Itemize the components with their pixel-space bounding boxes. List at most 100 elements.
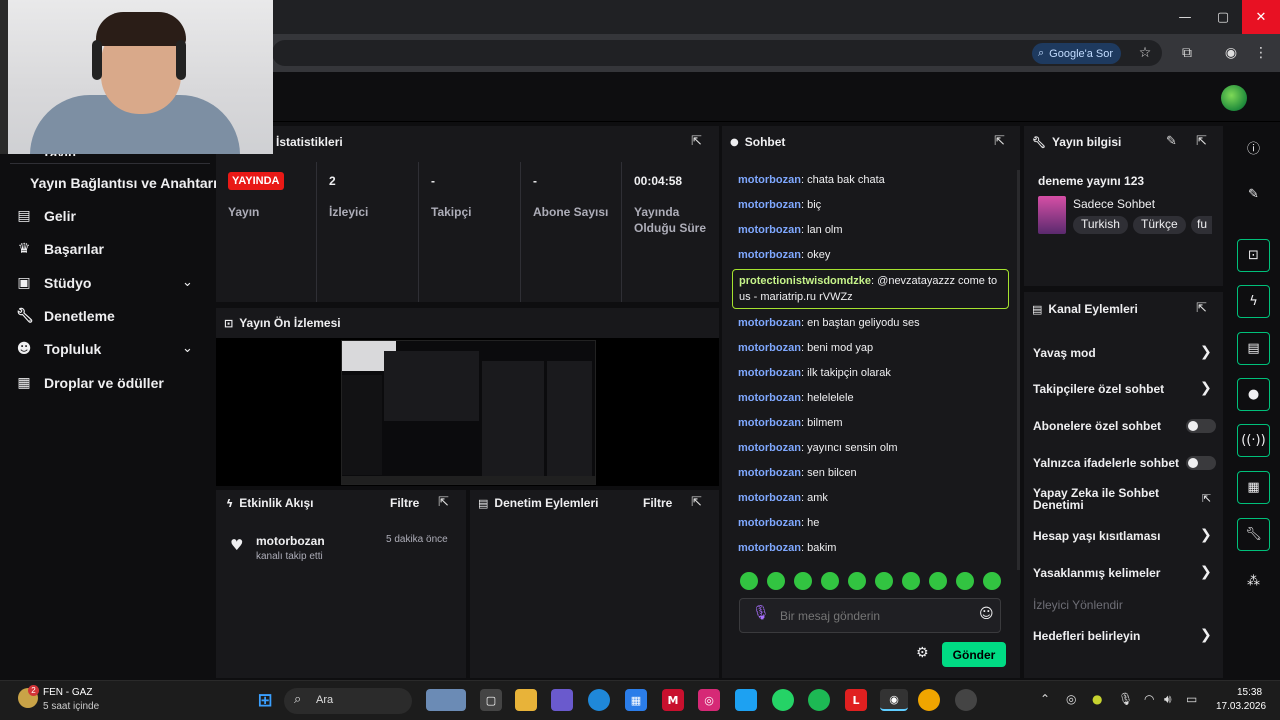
action-banned-words[interactable]: Yasaklanmış kelimeler [1033, 566, 1160, 580]
info-icon[interactable]: ⓘ [1237, 131, 1270, 164]
emote-icon[interactable] [767, 572, 785, 590]
external-link-icon[interactable]: ⇱ [1202, 492, 1211, 505]
emote-icon[interactable] [929, 572, 947, 590]
chevron-up-icon[interactable]: ⌃ [1040, 692, 1050, 706]
chat-username[interactable]: motorbozan [738, 249, 801, 261]
profile-icon[interactable]: ◉ [1220, 42, 1242, 64]
spotify-icon[interactable] [808, 689, 830, 711]
file-explorer-icon[interactable] [515, 689, 537, 711]
maximize-button[interactable]: ▢ [1204, 0, 1242, 34]
layout-icon[interactable]: ▦ [1237, 471, 1270, 504]
chevron-right-icon[interactable]: ❯ [1200, 627, 1212, 643]
chat-username[interactable]: motorbozan [738, 224, 801, 236]
task-view-icon[interactable]: ▢ [480, 689, 502, 711]
popout-icon[interactable]: ⇱ [994, 134, 1005, 149]
nav-item-studio[interactable]: ▣ Stüdyo [16, 275, 91, 291]
action-ai-moderation[interactable]: Yapay Zeka ile Sohbet Denetimi [1033, 487, 1173, 511]
action-slow-mode[interactable]: Yavaş mod [1033, 346, 1096, 360]
weather-title[interactable]: FEN - GAZ [43, 687, 92, 698]
emote-icon[interactable] [821, 572, 839, 590]
chat-username[interactable]: motorbozan [738, 367, 801, 379]
action-set-goals[interactable]: Hedefleri belirleyin [1033, 629, 1140, 643]
nav-item-moderation[interactable]: 🔧︎ Denetleme [16, 308, 115, 324]
minimize-button[interactable]: — [1166, 0, 1204, 34]
browser-app-icon[interactable] [918, 689, 940, 711]
tag-chip[interactable]: fu [1191, 216, 1212, 234]
chat-username[interactable]: motorbozan [738, 199, 801, 211]
windows-start-icon[interactable]: ⊞ [254, 689, 276, 711]
emote-icon[interactable] [848, 572, 866, 590]
battery-icon[interactable]: ▭ [1186, 692, 1197, 706]
chat-username[interactable]: motorbozan [738, 517, 801, 529]
chrome-icon[interactable]: ◉ [880, 689, 908, 711]
mcafee-icon[interactable]: M [662, 689, 684, 711]
address-bar[interactable] [272, 40, 1162, 66]
chat-username[interactable]: motorbozan [738, 442, 801, 454]
taskbar-search[interactable]: ⌕ Ara [284, 688, 412, 714]
nav-item-drops[interactable]: ▦ Droplar ve ödüller [16, 375, 163, 391]
close-button[interactable]: ✕ [1242, 0, 1280, 34]
clock-date[interactable]: 17.03.2026 [1216, 701, 1266, 712]
l-app-icon[interactable]: L [845, 689, 867, 711]
emote-only-toggle[interactable] [1186, 456, 1216, 470]
microphone-icon[interactable]: 🎙︎ [1118, 692, 1133, 706]
popout-icon[interactable]: ⇱ [1196, 301, 1207, 316]
clip-icon[interactable]: ⊡ [1237, 239, 1270, 272]
chat-scrollbar[interactable] [1017, 170, 1020, 570]
obs-icon[interactable] [955, 689, 977, 711]
lightning-icon[interactable]: ϟ [1237, 285, 1270, 318]
wifi-icon[interactable]: ◠ [1144, 692, 1154, 706]
emote-icon[interactable] [740, 572, 758, 590]
edit-pencil-icon[interactable]: ✎ [1166, 134, 1177, 149]
chat-username[interactable]: motorbozan [738, 467, 801, 479]
tray-app-icon[interactable]: ● [1092, 692, 1102, 706]
whatsapp-icon[interactable] [772, 689, 794, 711]
chevron-right-icon[interactable]: ❯ [1200, 527, 1212, 543]
menu-dots-icon[interactable]: ⋮ [1250, 42, 1272, 64]
action-account-age[interactable]: Hesap yaşı kısıtlaması [1033, 529, 1160, 543]
store-icon[interactable]: ▦ [625, 689, 647, 711]
nav-item-stream-key[interactable]: Yayın Bağlantısı ve Anahtarı [30, 175, 217, 191]
chat-username[interactable]: motorbozan [738, 542, 801, 554]
category-boxart[interactable] [1038, 196, 1066, 234]
gear-icon[interactable]: ⚙ [916, 645, 929, 661]
wrench-icon[interactable]: 🔧︎ [1237, 518, 1270, 551]
chat-username[interactable]: motorbozan [738, 317, 801, 329]
activity-filter-button[interactable]: Filtre [390, 496, 419, 510]
add-widget-icon[interactable]: ⁂ [1237, 565, 1270, 598]
popout-icon[interactable]: ⇱ [438, 495, 449, 510]
popout-icon[interactable]: ⇱ [691, 134, 702, 149]
chevron-down-icon[interactable]: ⌄ [182, 341, 193, 356]
microphone-icon[interactable]: 🎙︎ [752, 605, 770, 625]
search-highlight-icon[interactable] [426, 689, 466, 711]
chat-username[interactable]: motorbozan [738, 174, 801, 186]
chat-username[interactable]: motorbozan [738, 342, 801, 354]
nav-item-community[interactable]: ☻ Topluluk [16, 341, 102, 357]
emote-icon[interactable] [956, 572, 974, 590]
subscribers-only-toggle[interactable] [1186, 419, 1216, 433]
emote-icon[interactable] [875, 572, 893, 590]
chat-username[interactable]: motorbozan [738, 492, 801, 504]
emote-icon[interactable] [902, 572, 920, 590]
user-avatar[interactable] [1221, 85, 1247, 111]
edge-icon[interactable] [588, 689, 610, 711]
edit-pencil-icon[interactable]: ✎ [1237, 178, 1270, 211]
twitter-icon[interactable] [735, 689, 757, 711]
chevron-right-icon[interactable]: ❯ [1200, 344, 1212, 360]
send-button[interactable]: Gönder [942, 642, 1006, 667]
emote-icon[interactable] [794, 572, 812, 590]
chevron-down-icon[interactable]: ⌄ [182, 275, 193, 290]
popout-icon[interactable]: ⇱ [691, 495, 702, 510]
emote-icon[interactable] [983, 572, 1001, 590]
stream-category[interactable]: Sadece Sohbet [1073, 197, 1155, 211]
document-icon[interactable]: ▤ [1237, 332, 1270, 365]
nav-item-revenue[interactable]: ▤ Gelir [16, 208, 76, 224]
chat-username[interactable]: motorbozan [738, 417, 801, 429]
bookmark-star-icon[interactable]: ☆ [1134, 42, 1156, 64]
volume-icon[interactable]: 🔊︎ [1164, 692, 1172, 707]
popout-icon[interactable]: ⇱ [1196, 134, 1207, 149]
tray-app-icon[interactable]: ◎ [1066, 692, 1076, 706]
chevron-right-icon[interactable]: ❯ [1200, 380, 1212, 396]
extensions-icon[interactable]: ⧉ [1176, 42, 1198, 64]
event-user[interactable]: motorbozan [256, 534, 325, 548]
